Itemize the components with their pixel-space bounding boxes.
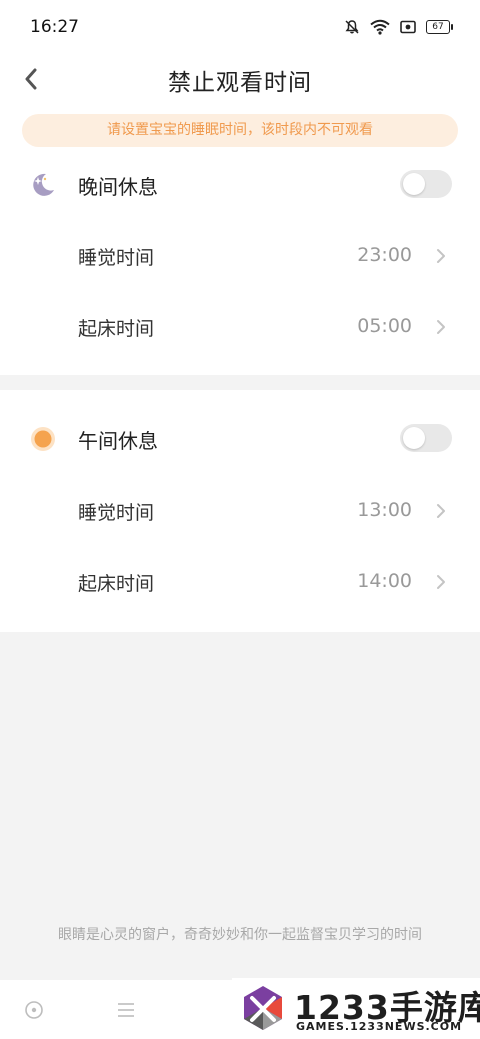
notice-area: 请设置宝宝的睡眠时间，该时段内不可观看 — [0, 108, 480, 160]
toggle-knob — [403, 427, 425, 449]
sleep-time-label: 睡觉时间 — [78, 247, 155, 269]
notice-banner: 请设置宝宝的睡眠时间，该时段内不可观看 — [22, 114, 458, 147]
night-rest-card: 晚间休息 睡觉时间 23:00 起床时间 05:00 — [0, 160, 480, 375]
night-rest-title: 晚间休息 — [78, 175, 158, 199]
night-rest-row: 晚间休息 — [0, 160, 480, 210]
night-rest-toggle[interactable] — [400, 170, 452, 198]
chevron-right-icon — [437, 249, 445, 263]
sun-icon — [28, 424, 58, 454]
mute-bell-icon — [344, 19, 360, 35]
night-sleep-time-row[interactable]: 睡觉时间 23:00 — [0, 231, 480, 281]
noon-rest-title: 午间休息 — [78, 429, 158, 453]
wifi-icon — [370, 19, 390, 35]
page-title: 禁止观看时间 — [168, 70, 312, 96]
status-time: 16:27 — [30, 17, 79, 37]
battery-icon: 67 — [426, 20, 453, 34]
wake-time-label: 起床时间 — [78, 573, 155, 595]
footer-note: 眼睛是心灵的窗户，奇奇妙妙和你一起监督宝贝学习的时间 — [58, 927, 422, 943]
menu-icon[interactable] — [116, 1001, 136, 1019]
section-divider — [0, 375, 480, 390]
watermark-logo-icon — [244, 986, 282, 1030]
wake-time-value: 14:00 — [357, 570, 412, 592]
chevron-right-icon — [437, 504, 445, 518]
toggle-knob — [403, 173, 425, 195]
home-circle-icon[interactable] — [24, 1000, 44, 1020]
nav-bar: 禁止观看时间 — [0, 58, 480, 108]
noon-sleep-time-row[interactable]: 睡觉时间 13:00 — [0, 486, 480, 536]
night-wake-time-row[interactable]: 起床时间 05:00 — [0, 302, 480, 352]
moon-icon — [28, 170, 58, 200]
wake-time-value: 05:00 — [357, 315, 412, 337]
sleep-time-label: 睡觉时间 — [78, 502, 155, 524]
noon-rest-row: 午间休息 — [0, 414, 480, 464]
noon-rest-toggle[interactable] — [400, 424, 452, 452]
wake-time-label: 起床时间 — [78, 318, 155, 340]
watermark: 1233手游库 GAMES.1233NEWS.COM — [232, 978, 480, 1039]
status-bar: 16:27 67 — [0, 0, 480, 58]
noon-wake-time-row[interactable]: 起床时间 14:00 — [0, 557, 480, 607]
screen-record-icon — [400, 20, 416, 34]
chevron-right-icon — [437, 320, 445, 334]
sleep-time-value: 23:00 — [357, 244, 412, 266]
status-icons: 67 — [344, 17, 453, 37]
sleep-time-value: 13:00 — [357, 499, 412, 521]
noon-rest-card: 午间休息 睡觉时间 13:00 起床时间 14:00 — [0, 390, 480, 632]
chevron-right-icon — [437, 575, 445, 589]
watermark-domain: GAMES.1233NEWS.COM — [296, 1020, 463, 1033]
